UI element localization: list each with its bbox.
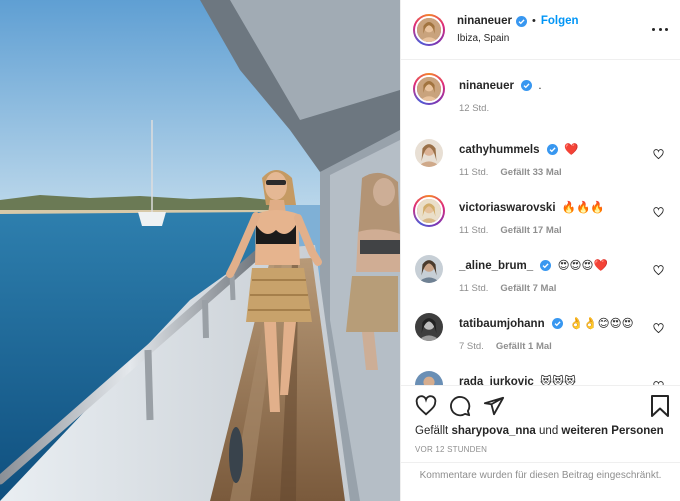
author-username[interactable]: ninaneuer [457,14,512,29]
comment-username[interactable]: victoriaswarovski [459,202,556,214]
comment-avatar[interactable] [415,255,443,283]
comment-likes[interactable]: Gefällt 17 Mal [500,225,561,236]
verified-badge-icon [546,144,558,156]
follow-button[interactable]: Folgen [541,14,579,29]
heart-icon[interactable] [653,323,664,334]
likes-conjunction: und [539,425,559,437]
verified-badge-icon [521,80,533,92]
heart-icon[interactable] [653,207,664,218]
comment-username[interactable]: rada_jurkovic [459,376,534,385]
comment-item: victoriaswarovski 🔥🔥🔥 11 Std. Gefällt 17… [413,195,664,236]
comment-time[interactable]: 11 Std. [459,225,488,236]
author-avatar[interactable] [413,13,445,46]
heart-icon[interactable] [653,149,664,160]
comment-time[interactable]: 11 Std. [459,167,488,178]
comment-avatar[interactable] [413,195,445,227]
comment-bubble-icon[interactable] [449,395,471,417]
likes-user-link[interactable]: sharypova_nna [451,425,535,437]
comment-avatar[interactable] [415,139,443,167]
comment-text: 😍😍😍❤️ [557,260,608,272]
comment-text: 👌👌😊😍😍 [569,318,634,330]
comment-avatar[interactable] [415,371,443,385]
comment-text: 😻😻😻 [540,376,576,385]
comment-item: cathyhummels ❤️ 11 Std. Gefällt 33 Mal [413,137,664,178]
comment-text: 🔥🔥🔥 [561,202,605,214]
post-side-panel: ninaneuer • Folgen Ibiza, Spain ninaneue… [400,0,680,501]
more-options-icon[interactable] [652,22,668,36]
comment-username[interactable]: cathyhummels [459,144,540,156]
likes-others-link[interactable]: weiteren Personen [561,425,663,437]
verified-badge-icon [515,15,527,27]
comment-avatar[interactable] [415,313,443,341]
comment-item: _aline_brum_ 😍😍😍❤️ 11 Std. Gefällt 7 Mal [413,253,664,294]
comments-restricted-notice: Kommentare wurden für diesen Beitrag ein… [401,462,680,483]
comment-time[interactable]: 11 Std. [459,283,488,294]
comment-username[interactable]: _aline_brum_ [459,260,533,272]
comment-item: tatibaumjohann 👌👌😊😍😍 7 Std. Gefällt 1 Ma… [413,311,664,352]
post-photo[interactable] [0,0,400,501]
comment-username[interactable]: tatibaumjohann [459,318,545,330]
comment-text: ❤️ [563,144,579,156]
caption-text: . [538,80,542,92]
comment-likes[interactable]: Gefällt 33 Mal [500,167,561,178]
separator-dot: • [531,14,536,27]
share-paper-plane-icon[interactable] [483,395,505,417]
post-actions-section: Gefällt sharypova_nna und weiteren Perso… [401,385,680,454]
caption-username[interactable]: ninaneuer [459,80,514,92]
likes-prefix: Gefällt [415,425,449,437]
action-bar [401,386,680,426]
comment-item: rada_jurkovic 😻😻😻 [413,369,664,385]
heart-icon[interactable] [653,265,664,276]
post-timestamp[interactable]: VOR 12 STUNDEN [401,445,680,454]
liked-by-summary: Gefällt sharypova_nna und weiteren Perso… [401,424,680,438]
comment-likes[interactable]: Gefällt 7 Mal [500,283,556,294]
like-heart-icon[interactable] [415,395,437,417]
post-header: ninaneuer • Folgen Ibiza, Spain [401,0,680,60]
caption-item: ninaneuer . 12 Std. [413,73,664,114]
location-link[interactable]: Ibiza, Spain [457,31,579,46]
yacht-deck-photo [0,0,400,501]
verified-badge-icon [551,318,563,330]
comment-likes[interactable]: Gefällt 1 Mal [496,341,552,352]
comments-list[interactable]: ninaneuer . 12 Std. cathyhummels ❤️ 11 S… [401,61,680,385]
comment-time[interactable]: 7 Std. [459,341,484,352]
save-bookmark-icon[interactable] [650,395,670,417]
caption-avatar[interactable] [413,73,445,105]
caption-time[interactable]: 12 Std. [459,103,489,114]
verified-badge-icon [540,260,552,272]
